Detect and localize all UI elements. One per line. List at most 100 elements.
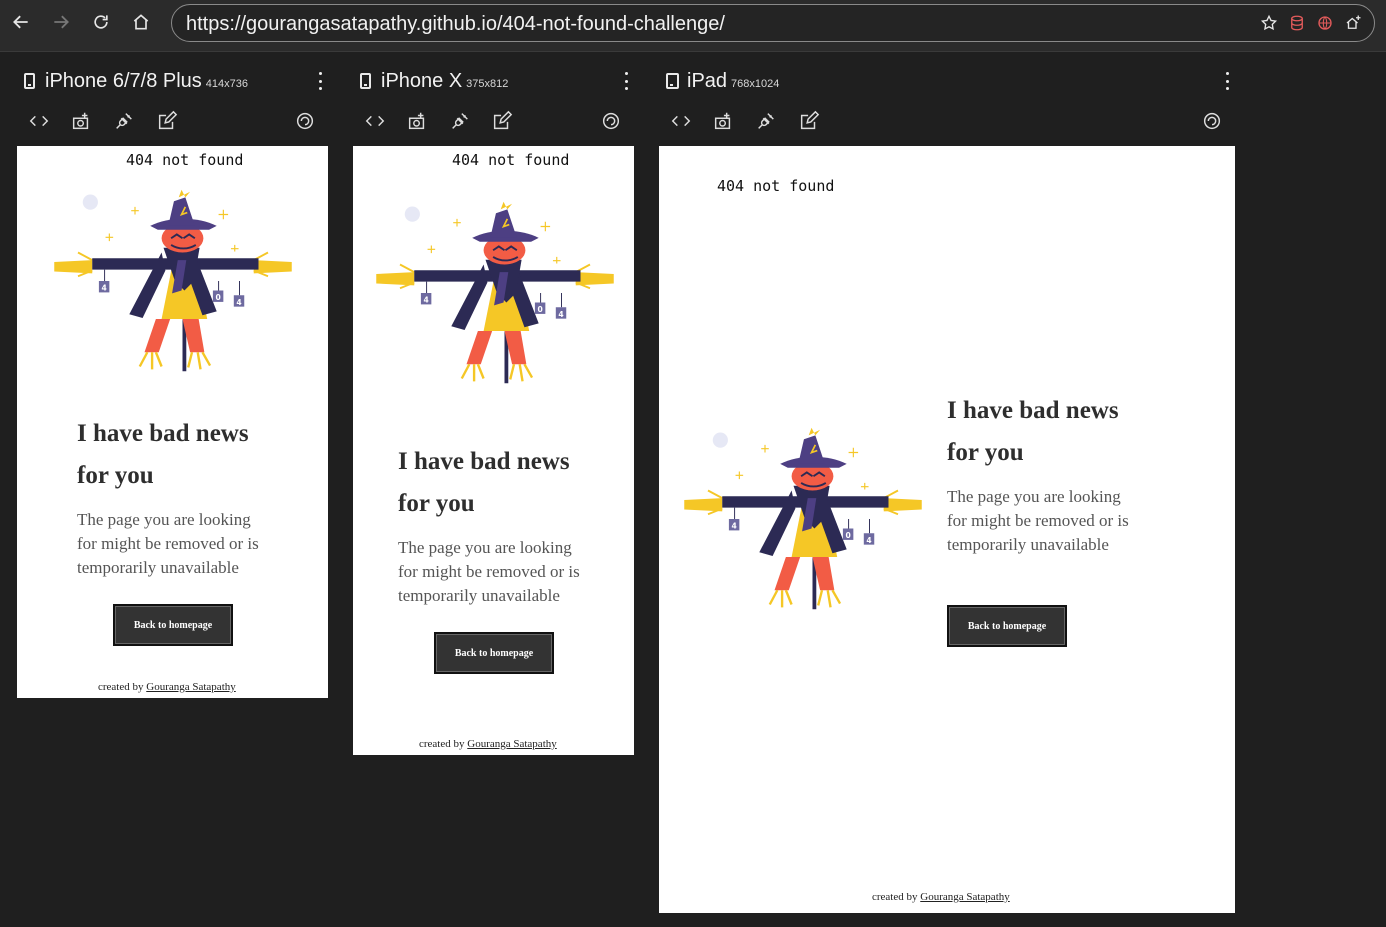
device-header: iPhone X 375x812 xyxy=(352,66,642,96)
bookmark-star-button[interactable] xyxy=(1260,14,1278,32)
sign-left-text: 4 xyxy=(731,522,736,531)
edit-icon xyxy=(800,110,820,130)
code-icon xyxy=(671,115,691,127)
rotate-icon xyxy=(602,112,620,130)
code-icon xyxy=(365,115,385,127)
home-plus-icon xyxy=(1346,15,1361,29)
page-header-text: 404 not found xyxy=(126,151,244,169)
database-icon xyxy=(1291,15,1303,31)
device-resolution: 375x812 xyxy=(466,78,509,90)
rotate-button[interactable] xyxy=(1201,110,1223,132)
page-body-line3: temporarily unavailable xyxy=(947,535,1109,554)
sign-right-text: 4 xyxy=(866,536,871,545)
edit-button[interactable] xyxy=(491,110,513,132)
device-menu-button[interactable] xyxy=(1224,72,1230,90)
screenshot-icon xyxy=(408,112,425,130)
rotate-icon xyxy=(296,112,314,130)
credit-text: created by Gouranga Satapathy xyxy=(98,681,236,693)
screenshot-button[interactable] xyxy=(406,110,428,132)
plug-icon xyxy=(452,113,468,129)
phone-icon xyxy=(360,73,371,89)
page-body-line1: The page you are looking xyxy=(947,487,1121,506)
screenshot-button[interactable] xyxy=(712,110,734,132)
rotate-icon xyxy=(1203,112,1221,130)
device-resolution: 414x736 xyxy=(205,78,248,90)
device-viewport: 404 not found 4 0 4 I have bad news for … xyxy=(17,146,328,698)
credit-text: created by Gouranga Satapathy xyxy=(872,891,1010,903)
disconnect-button[interactable] xyxy=(755,110,777,132)
page-heading-line2: for you xyxy=(77,462,154,489)
device-panel-ipad: iPad 768x1024 404 not found 4 0 4 I have… xyxy=(658,66,1242,921)
device-header: iPad 768x1024 xyxy=(658,66,1242,96)
disconnect-button[interactable] xyxy=(449,110,471,132)
credit-author-link[interactable]: Gouranga Satapathy xyxy=(920,891,1010,903)
browser-toolbar: https://gourangasatapathy.github.io/404-… xyxy=(0,0,1386,52)
sign-mid-text: 0 xyxy=(845,531,850,540)
sign-right-text: 4 xyxy=(236,298,241,307)
credit-prefix: created by xyxy=(872,891,918,903)
sign-left-text: 4 xyxy=(423,296,428,305)
sign-mid-text: 0 xyxy=(537,305,542,314)
page-heading-line1: I have bad news xyxy=(398,448,570,475)
url-text: https://gourangasatapathy.github.io/404-… xyxy=(186,13,725,35)
rotate-button[interactable] xyxy=(294,110,316,132)
back-to-homepage-button[interactable]: Back to homepage xyxy=(947,605,1067,647)
scarecrow-illustration: 4 0 4 xyxy=(54,189,292,372)
page-heading-line1: I have bad news xyxy=(947,397,1119,424)
device-toolbar xyxy=(352,110,642,132)
reload-button[interactable] xyxy=(89,10,113,34)
address-bar[interactable]: https://gourangasatapathy.github.io/404-… xyxy=(171,4,1375,42)
device-viewport: 404 not found 4 0 4 I have bad news for … xyxy=(353,146,634,755)
extension-globe-button[interactable] xyxy=(1316,14,1334,32)
view-source-button[interactable] xyxy=(364,110,386,132)
device-resolution: 768x1024 xyxy=(731,78,780,90)
scarecrow-illustration: 4 0 4 xyxy=(684,427,922,610)
page-body-line3: temporarily unavailable xyxy=(398,586,560,605)
back-to-homepage-button[interactable]: Back to homepage xyxy=(113,604,233,646)
plug-icon xyxy=(116,113,132,129)
screenshot-button[interactable] xyxy=(70,110,92,132)
sign-mid-text: 0 xyxy=(215,293,220,302)
device-name: iPad 768x1024 xyxy=(687,70,780,92)
edit-icon xyxy=(158,110,178,130)
device-toolbar xyxy=(658,110,1242,132)
star-icon xyxy=(1260,14,1278,31)
device-menu-button[interactable] xyxy=(317,72,323,90)
device-menu-button[interactable] xyxy=(623,72,629,90)
credit-author-link[interactable]: Gouranga Satapathy xyxy=(467,738,557,750)
device-header: iPhone 6/7/8 Plus 414x736 xyxy=(16,66,334,96)
sign-left-text: 4 xyxy=(101,284,106,293)
sign-right-text: 4 xyxy=(558,310,563,319)
edit-button[interactable] xyxy=(156,110,178,132)
view-source-button[interactable] xyxy=(28,110,50,132)
page-header-text: 404 not found xyxy=(452,151,570,169)
device-panel-iphone-plus: iPhone 6/7/8 Plus414x736 404 not found xyxy=(16,66,334,706)
credit-text: created by Gouranga Satapathy xyxy=(419,738,557,750)
extension-home-plus-button[interactable] xyxy=(1344,14,1362,32)
view-source-button[interactable] xyxy=(670,110,692,132)
edit-icon xyxy=(493,110,513,130)
page-header-text: 404 not found xyxy=(717,177,835,195)
arrow-right-icon xyxy=(54,15,69,29)
tablet-icon xyxy=(666,73,679,89)
device-viewport: 404 not found 4 0 4 I have bad news for … xyxy=(659,146,1235,913)
back-button[interactable] xyxy=(9,10,33,34)
back-to-homepage-button[interactable]: Back to homepage xyxy=(434,632,554,674)
page-body-line1: The page you are looking xyxy=(398,538,572,557)
scarecrow-illustration: 4 0 4 xyxy=(376,201,614,384)
edit-button[interactable] xyxy=(798,110,820,132)
plug-icon xyxy=(758,113,774,129)
home-button[interactable] xyxy=(129,10,153,34)
page-heading-line2: for you xyxy=(398,490,475,517)
credit-prefix: created by xyxy=(98,681,144,693)
credit-author-link[interactable]: Gouranga Satapathy xyxy=(146,681,236,693)
page-heading-line2: for you xyxy=(947,439,1024,466)
page-body-line3: temporarily unavailable xyxy=(77,558,239,577)
extension-database-button[interactable] xyxy=(1288,14,1306,32)
device-panel-iphone-x: iPhone X 375x812 404 not found 4 0 4 I h… xyxy=(352,66,642,761)
disconnect-button[interactable] xyxy=(113,110,135,132)
screenshot-icon xyxy=(72,112,89,130)
forward-button[interactable] xyxy=(49,10,73,34)
credit-prefix: created by xyxy=(419,738,465,750)
rotate-button[interactable] xyxy=(600,110,622,132)
